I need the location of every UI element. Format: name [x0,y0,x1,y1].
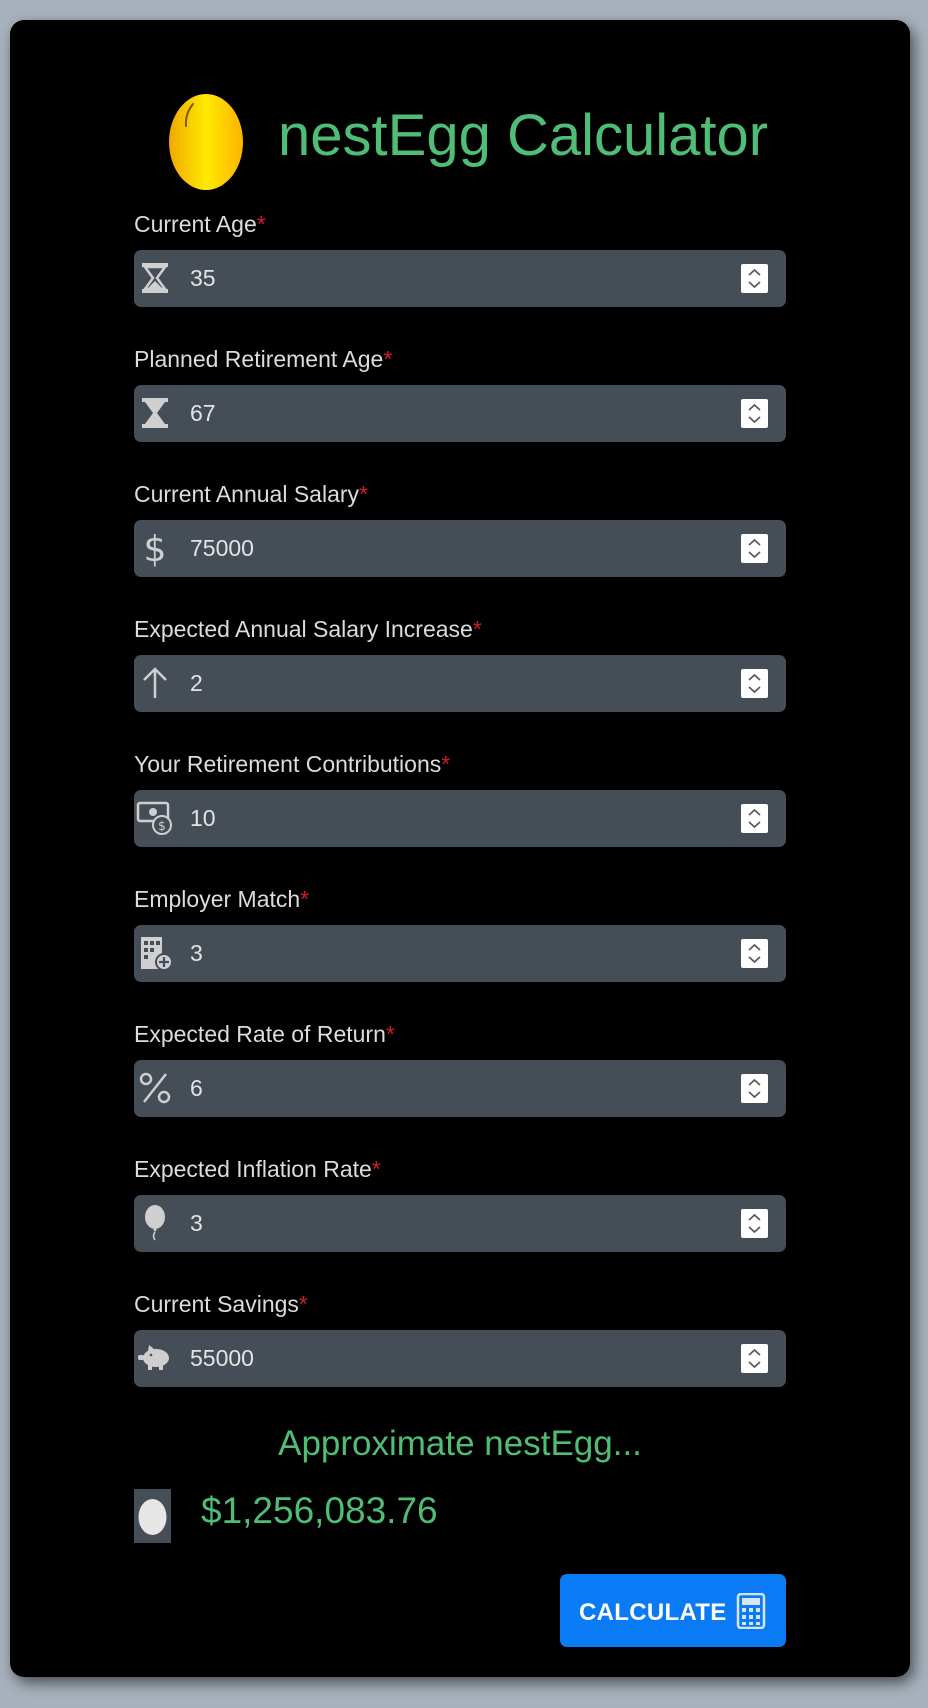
calculate-button-label: CALCULATE [579,1599,727,1626]
hourglass-half-icon [142,398,168,428]
hourglass-icon [142,263,168,293]
required-marker: * [359,481,368,507]
svg-text:$: $ [158,819,166,833]
input-value: 2 [190,670,203,696]
field-label: Expected Inflation Rate* [134,1156,381,1182]
employer-match-input[interactable]: 3 [134,925,786,982]
building-plus-icon [141,937,173,971]
input-value: 6 [190,1075,203,1101]
field-label: Current Annual Salary* [134,481,368,507]
field-label: Expected Annual Salary Increase* [134,616,482,642]
required-marker: * [383,346,393,372]
contributions-input[interactable]: $ 10 [134,790,786,847]
required-marker: * [371,1156,381,1182]
svg-text:$: $ [144,529,167,567]
number-stepper[interactable] [741,1209,768,1238]
calculator-card: nestEgg Calculator Current Age* 35 Plann… [10,20,910,1677]
piggy-bank-icon [138,1345,169,1370]
field-label: Current Savings* [134,1291,308,1317]
result-heading: Approximate nestEgg... [278,1424,642,1463]
number-stepper[interactable] [741,534,768,563]
input-value: 35 [190,265,216,291]
number-stepper[interactable] [741,669,768,698]
current-savings-input[interactable]: 55000 [134,1330,786,1387]
required-marker: * [298,1291,308,1317]
number-stepper[interactable] [741,1344,768,1373]
input-value: 55000 [190,1345,254,1371]
field-label: Expected Rate of Return* [134,1021,395,1047]
field-label: Your Retirement Contributions* [134,751,451,777]
required-marker: * [300,886,310,912]
required-marker: * [472,616,482,642]
arrow-up-icon [143,667,167,698]
current-age-input[interactable]: 35 [134,250,786,307]
app-title: nestEgg Calculator [278,103,769,168]
annual-salary-input[interactable]: $ 75000 [134,520,786,577]
number-stepper[interactable] [741,939,768,968]
header: nestEgg Calculator [10,72,910,192]
retirement-age-input[interactable]: 67 [134,385,786,442]
salary-increase-input[interactable]: 2 [134,655,786,712]
percent-icon [139,1072,171,1104]
calculator-icon [736,1593,766,1629]
number-stepper[interactable] [741,264,768,293]
required-marker: * [441,751,451,777]
egg-icon [138,1499,167,1535]
field-label: Employer Match* [134,886,310,912]
rate-of-return-input[interactable]: 6 [134,1060,786,1117]
dollar-icon: $ [144,529,167,567]
input-value: 10 [190,805,216,831]
field-label: Current Age* [134,211,266,237]
input-value: 67 [190,400,216,426]
money-icon: $ [136,801,172,835]
input-value: 3 [190,1210,203,1236]
balloon-icon [145,1205,165,1241]
field-label: Planned Retirement Age* [134,346,393,372]
required-marker: * [256,211,266,237]
inflation-rate-input[interactable]: 3 [134,1195,786,1252]
required-marker: * [385,1021,395,1047]
nestegg-result-value: $1,256,083.76 [201,1490,438,1531]
golden-egg-logo [169,94,243,190]
input-value: 75000 [190,535,254,561]
input-value: 3 [190,940,203,966]
result-egg-icon-box [134,1489,171,1543]
number-stepper[interactable] [741,804,768,833]
calculate-button[interactable]: CALCULATE [560,1574,786,1647]
number-stepper[interactable] [741,1074,768,1103]
number-stepper[interactable] [741,399,768,428]
